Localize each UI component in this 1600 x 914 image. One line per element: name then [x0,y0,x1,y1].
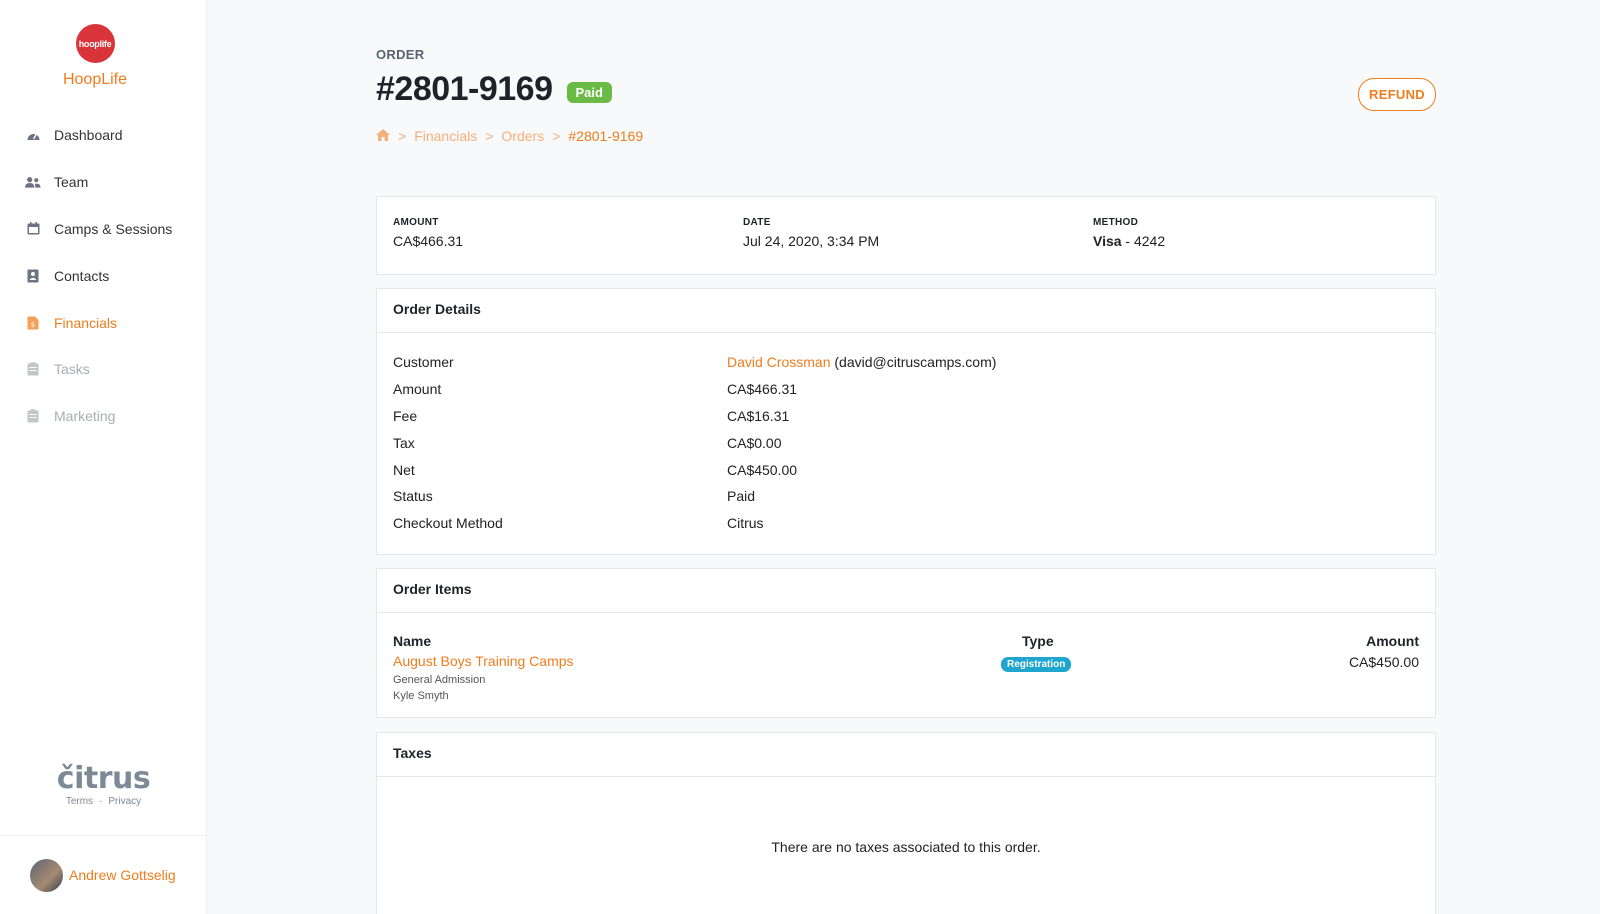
dashboard-icon [25,127,41,143]
sidebar-nav: Dashboard Team Camps & Sessions Contacts… [0,112,207,440]
detail-row: Amount CA$466.31 [393,381,798,398]
refund-button[interactable]: REFUND [1358,78,1436,111]
svg-text:$: $ [31,321,35,329]
breadcrumb-orders[interactable]: Orders [501,128,544,144]
detail-row: Fee CA$16.31 [393,407,790,424]
card-brand: Visa [1093,233,1122,249]
page-title: #2801-9169 [376,70,553,108]
user-profile[interactable]: Andrew Gottselig [0,835,207,914]
user-name: Andrew Gottselig [69,867,176,883]
breadcrumb: > Financials > Orders > #2801-9169 [376,128,643,144]
terms-link[interactable]: Terms [66,796,93,807]
order-items-card: Order Items Name Type Amount August Boys… [376,568,1436,718]
sidebar-item-financials[interactable]: $ Financials [0,299,207,346]
tasks-icon [25,361,41,377]
avatar [30,858,63,892]
hooplife-logo: hooplife [75,24,115,63]
status-badge: Paid [566,82,612,103]
privacy-link[interactable]: Privacy [108,796,141,807]
detail-row: Net CA$450.00 [393,461,798,478]
detail-row: Checkout Method Citrus [393,515,764,532]
sidebar-item-camps-sessions[interactable]: Camps & Sessions [0,206,207,253]
breadcrumb-separator: > [552,128,561,144]
team-icon [25,174,41,190]
footer-links: Terms · Privacy [0,796,207,807]
sidebar-item-tasks[interactable]: Tasks [0,346,207,393]
sidebar-item-marketing[interactable]: Marketing [0,393,207,440]
brand[interactable]: hooplife HoopLife [0,24,190,89]
taxes-title: Taxes [377,733,1435,777]
registration-badge: Registration [1001,657,1072,672]
breadcrumb-financials[interactable]: Financials [414,128,477,144]
sidebar-item-contacts[interactable]: Contacts [0,252,207,299]
item-name-link[interactable]: August Boys Training Camps [393,653,574,669]
sidebar: hooplife HoopLife Dashboard Team Camps &… [0,0,207,914]
column-header-name: Name [393,633,432,649]
customer-link[interactable]: David Crossman [727,354,830,370]
order-items-table: Name Type Amount August Boys Training Ca… [377,613,1435,717]
order-summary-card: AMOUNT CA$466.31 DATE Jul 24, 2020, 3:34… [376,196,1436,275]
taxes-card: Taxes There are no taxes associated to t… [376,732,1436,914]
home-icon[interactable] [376,128,390,144]
calendar-icon [25,221,41,237]
item-ticket-type: General Admission [393,674,486,686]
citrus-footer: čitrus Terms · Privacy [0,761,207,808]
sidebar-item-dashboard[interactable]: Dashboard [0,112,207,159]
detail-row-customer: Customer David Crossman (david@citruscam… [393,354,997,371]
citrus-logo: čitrus [56,761,151,796]
summary-date: DATE Jul 24, 2020, 3:34 PM [743,217,880,249]
detail-row: Status Paid [393,488,756,505]
breadcrumb-separator: > [485,128,494,144]
marketing-icon [25,408,41,424]
sidebar-item-team[interactable]: Team [0,159,207,206]
brand-name: HoopLife [62,71,128,88]
item-attendee: Kyle Smyth [393,690,449,702]
column-header-type: Type [1022,633,1054,649]
title-row: #2801-9169 Paid [376,70,612,109]
detail-row: Tax CA$0.00 [393,434,782,451]
empty-state-text: There are no taxes associated to this or… [771,839,1041,855]
footer-dot: · [99,796,103,807]
breadcrumb-current: #2801-9169 [568,128,644,144]
summary-method: METHOD Visa - 4242 [1093,217,1166,249]
item-amount: CA$450.00 [1348,654,1419,670]
order-details-card: Order Details Customer David Crossman (d… [376,288,1436,555]
contacts-icon [25,268,41,284]
column-header-amount: Amount [1366,633,1419,649]
breadcrumb-separator: > [398,128,407,144]
order-details-title: Order Details [377,289,1435,333]
financials-icon: $ [25,315,41,331]
card-last4: - 4242 [1121,233,1166,249]
page-eyebrow: ORDER [376,47,425,62]
order-items-title: Order Items [377,569,1435,613]
summary-amount: AMOUNT CA$466.31 [393,217,464,249]
customer-email: (david@citruscamps.com) [830,354,997,371]
table-row: August Boys Training Camps General Admis… [393,653,574,702]
order-details-list: Customer David Crossman (david@citruscam… [377,333,1435,537]
